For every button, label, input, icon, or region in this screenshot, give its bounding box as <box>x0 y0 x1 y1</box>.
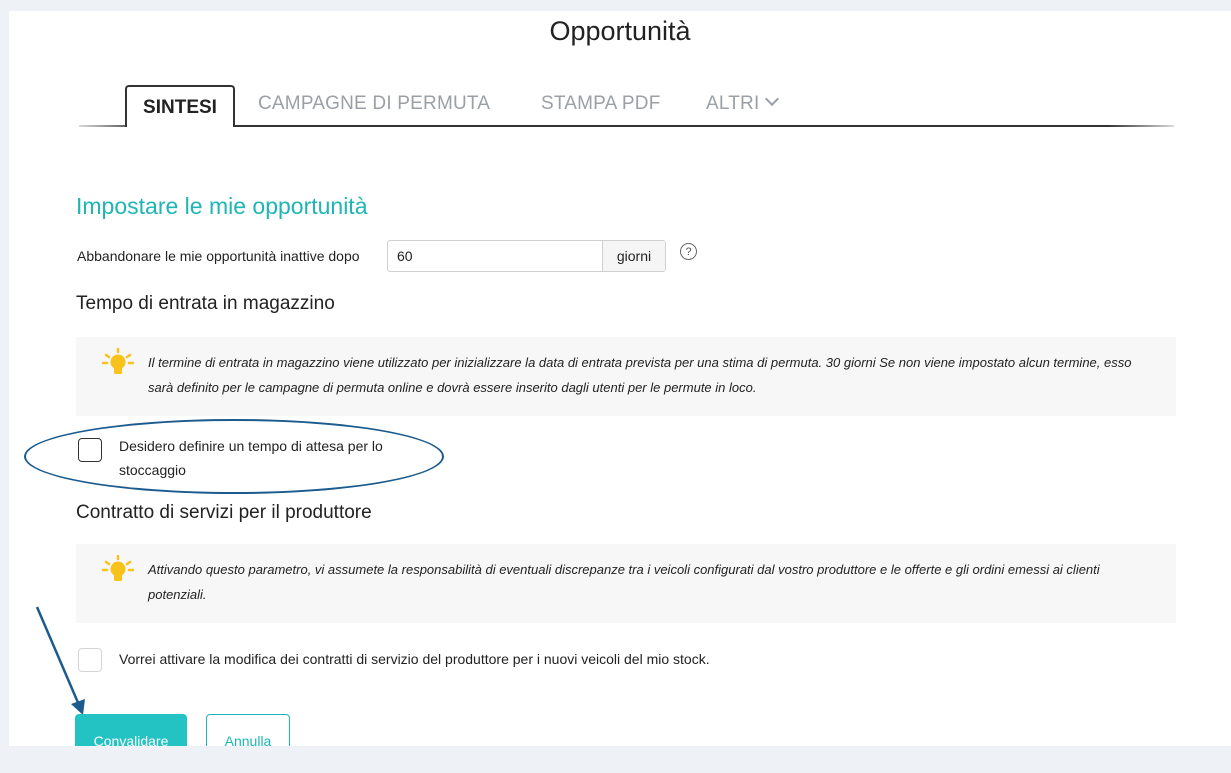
tab-sintesi[interactable]: SINTESI <box>125 85 235 127</box>
storage-time-checkbox[interactable] <box>78 438 102 462</box>
settings-heading: Impostare le mie opportunità <box>76 193 368 219</box>
service-contract-info-box: Attivando questo parametro, vi assumete … <box>76 544 1176 623</box>
page-title: Opportunità <box>549 16 691 46</box>
lightbulb-icon <box>102 348 134 374</box>
abandon-days-group: giorni <box>387 240 666 272</box>
stock-entry-info-box: Il termine di entrata in magazzino viene… <box>76 337 1176 416</box>
tab-altri-label: ALTRI <box>706 93 760 114</box>
abandon-label: Abbandonare le mie opportunità inattive … <box>77 248 360 264</box>
service-contract-info-text: Attivando questo parametro, vi assumete … <box>148 562 1100 602</box>
days-suffix: giorni <box>602 241 665 271</box>
tabs-underline <box>79 125 1174 127</box>
service-contract-heading: Contratto di servizi per il produttore <box>76 502 372 523</box>
lightbulb-icon <box>102 555 134 581</box>
stock-entry-heading: Tempo di entrata in magazzino <box>76 293 335 314</box>
main-panel: Opportunità SINTESI CAMPAGNE DI PERMUTA … <box>9 11 1231 746</box>
manufacturer-contract-label: Vorrei attivare la modifica dei contratt… <box>119 651 710 667</box>
storage-time-label: Desidero definire un tempo di attesa per… <box>119 438 383 478</box>
tab-stampa-pdf[interactable]: STAMPA PDF <box>541 93 661 115</box>
annotation-arrow-icon <box>35 606 85 715</box>
abandon-days-input[interactable] <box>388 241 602 271</box>
stock-entry-info-text: Il termine di entrata in magazzino viene… <box>148 355 1132 395</box>
chevron-down-icon <box>765 91 780 107</box>
cancel-button[interactable]: Annulla <box>206 714 290 746</box>
tab-campagne-di-permuta[interactable]: CAMPAGNE DI PERMUTA <box>258 93 490 115</box>
tab-altri[interactable]: ALTRI <box>706 91 780 115</box>
question-circle-icon[interactable]: ? <box>680 243 697 260</box>
validate-button[interactable]: Convalidare <box>75 714 187 746</box>
